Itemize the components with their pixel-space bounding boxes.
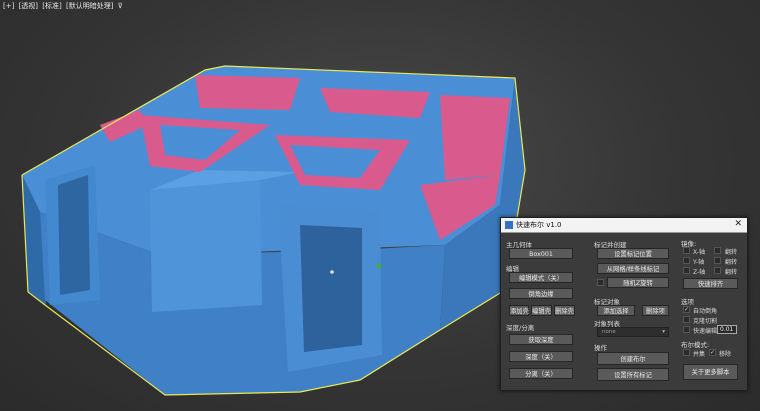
auto-chamfer-label: 自动倒角 xyxy=(693,308,718,315)
clone-cut-checkbox[interactable] xyxy=(683,316,690,323)
set-mark-position-button[interactable]: 设置标记位置 xyxy=(597,248,669,259)
remove-shell-button[interactable]: 删除壳 xyxy=(554,305,575,316)
quick-edit-checkbox[interactable] xyxy=(683,326,690,333)
add-shell-button[interactable]: 添加壳 xyxy=(509,305,529,316)
mark-from-grid-button[interactable]: 从网格/样条线标记 xyxy=(597,263,669,274)
remove-mode-label: 移除 xyxy=(719,351,732,358)
create-boolean-button[interactable]: 创建布尔 xyxy=(597,352,669,365)
quick-align-button[interactable]: 快速排齐 xyxy=(683,278,738,289)
depth-label: 深度/分离 xyxy=(506,324,535,332)
y-axis-label: Y-轴 xyxy=(693,259,705,266)
x-axis-checkbox[interactable] xyxy=(683,247,690,254)
mesh-cut-region-6 xyxy=(440,95,510,180)
random-z-checkbox[interactable] xyxy=(597,279,604,286)
union-checkbox[interactable] xyxy=(683,349,690,356)
union-label: 并集 xyxy=(693,351,706,358)
bool-mode-label: 布尔模式: xyxy=(681,341,710,349)
auto-chamfer-checkbox[interactable]: ✓ xyxy=(683,306,690,313)
app-icon xyxy=(505,221,513,229)
panel-titlebar[interactable]: 快速布尔 v1.0 ✕ xyxy=(501,218,747,233)
remove-item-button[interactable]: 删除项 xyxy=(642,305,669,316)
edit-shell-button[interactable]: 编辑壳 xyxy=(531,305,552,316)
clone-cut-label: 克隆切割 xyxy=(693,318,718,325)
object-list-dropdown[interactable]: none ▾ xyxy=(597,327,669,337)
y-flip-label: 翻转 xyxy=(725,259,738,266)
pivot-cross-marker xyxy=(330,270,334,274)
x-flip-label: 翻转 xyxy=(725,249,738,256)
options-label: 选项 xyxy=(681,298,694,306)
operation-label: 操作 xyxy=(594,344,607,352)
x-flip-checkbox[interactable] xyxy=(714,247,721,254)
main-mesh-button[interactable]: Box001 xyxy=(509,248,573,259)
z-axis-checkbox[interactable] xyxy=(683,267,690,274)
y-axis-checkbox[interactable] xyxy=(683,257,690,264)
quick-edit-value-input[interactable]: 0.01 xyxy=(717,325,737,334)
x-axis-label: X-轴 xyxy=(693,249,705,256)
mesh-right-block-slot xyxy=(300,225,362,352)
about-more-scripts-button[interactable]: 关于更多脚本 xyxy=(683,364,738,380)
quick-boolean-panel: 快速布尔 v1.0 ✕ 主几何体 Box001 编辑 编辑模式（关） 倒角边缘 … xyxy=(500,217,748,391)
mesh-center-block xyxy=(150,180,262,312)
mesh-left-block-slot xyxy=(58,175,90,295)
pivot-marker xyxy=(376,263,382,269)
get-depth-button[interactable]: 获取深度 xyxy=(509,334,573,345)
random-z-rotate-button[interactable]: 随机Z旋转 xyxy=(607,277,669,288)
close-icon[interactable]: ✕ xyxy=(734,219,742,229)
remove-mode-checkbox[interactable]: ✓ xyxy=(709,349,716,356)
object-list-value: none xyxy=(602,329,616,335)
separate-off-button[interactable]: 分离（关） xyxy=(509,368,573,379)
chevron-down-icon: ▾ xyxy=(662,329,665,335)
quick-edit-label: 快速编辑 xyxy=(693,328,718,335)
panel-title: 快速布尔 v1.0 xyxy=(516,221,562,229)
chamfer-edges-button[interactable]: 倒角边缘 xyxy=(509,288,573,299)
edit-mode-button[interactable]: 编辑模式（关） xyxy=(509,272,573,283)
reset-all-marks-button[interactable]: 设置所有标记 xyxy=(597,368,669,381)
z-flip-checkbox[interactable] xyxy=(714,267,721,274)
mesh-cut-region-4 xyxy=(195,75,300,110)
y-flip-checkbox[interactable] xyxy=(714,257,721,264)
depth-off-button[interactable]: 深度（关） xyxy=(509,351,573,362)
z-axis-label: Z-轴 xyxy=(693,269,706,276)
add-selected-button[interactable]: 添加选择 xyxy=(597,305,635,316)
z-flip-label: 翻转 xyxy=(725,269,738,276)
